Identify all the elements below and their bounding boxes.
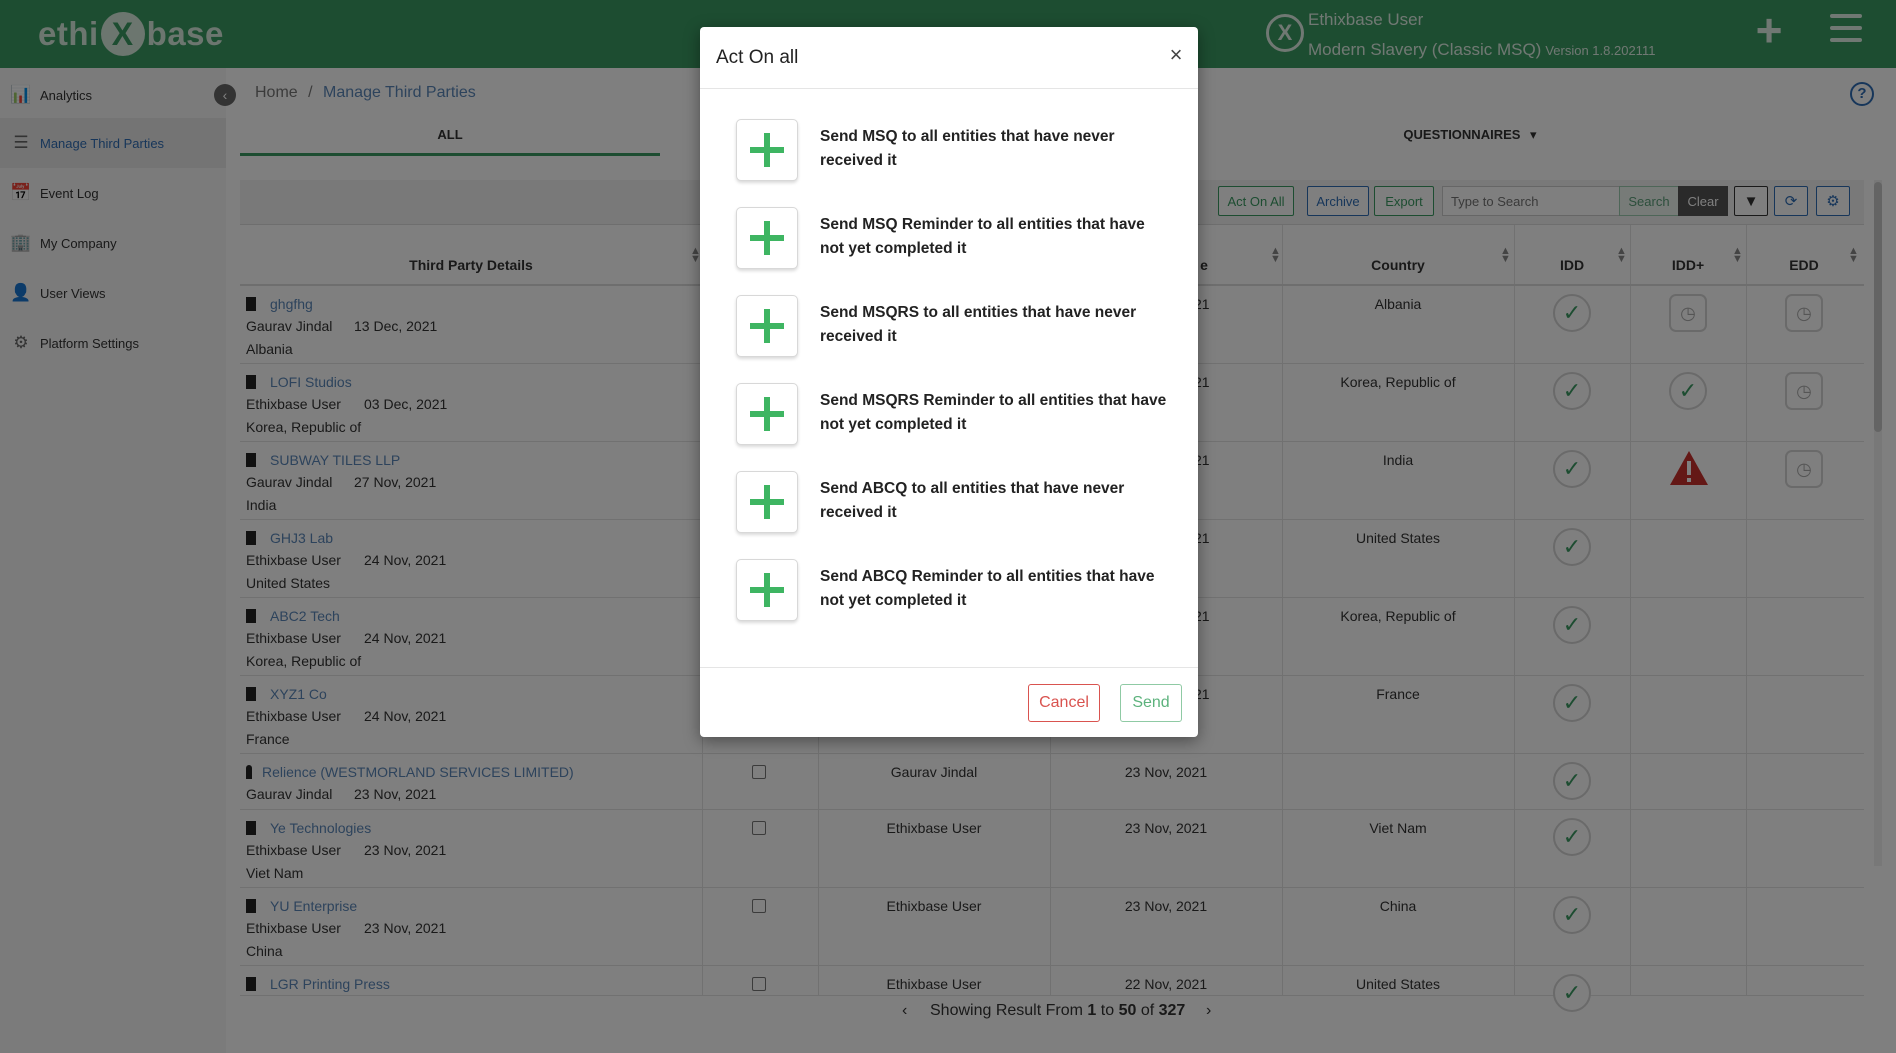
act-on-all-option: Send MSQ to all entities that have never… [736,119,1166,181]
modal-title: Act On all [716,47,799,68]
add-option-button[interactable] [736,471,798,533]
plus-icon [750,133,784,167]
modal-footer-divider [700,667,1198,668]
cancel-button[interactable]: Cancel [1028,684,1100,722]
plus-icon [750,485,784,519]
option-label: Send MSQRS Reminder to all entities that… [820,392,1167,433]
option-label: Send ABCQ Reminder to all entities that … [820,568,1155,609]
option-label: Send MSQ Reminder to all entities that h… [820,216,1145,257]
add-option-button[interactable] [736,295,798,357]
option-label: Send MSQ to all entities that have never… [820,128,1115,169]
plus-icon [750,573,784,607]
option-label: Send ABCQ to all entities that have neve… [820,480,1125,521]
plus-icon [750,397,784,431]
act-on-all-option: Send MSQRS Reminder to all entities that… [736,383,1166,445]
add-option-button[interactable] [736,383,798,445]
option-label: Send MSQRS to all entities that have nev… [820,304,1137,345]
plus-icon [750,309,784,343]
act-on-all-option: Send ABCQ Reminder to all entities that … [736,559,1166,621]
act-on-all-option: Send MSQRS to all entities that have nev… [736,295,1166,357]
act-on-all-option: Send MSQ Reminder to all entities that h… [736,207,1166,269]
add-option-button[interactable] [736,119,798,181]
send-button[interactable]: Send [1120,684,1182,722]
add-option-button[interactable] [736,559,798,621]
act-on-all-option: Send ABCQ to all entities that have neve… [736,471,1166,533]
act-on-all-modal: Act On all × Send MSQ to all entities th… [700,27,1198,737]
plus-icon [750,221,784,255]
modal-header: Act On all × [700,27,1198,89]
add-option-button[interactable] [736,207,798,269]
close-icon[interactable]: × [1164,43,1188,67]
